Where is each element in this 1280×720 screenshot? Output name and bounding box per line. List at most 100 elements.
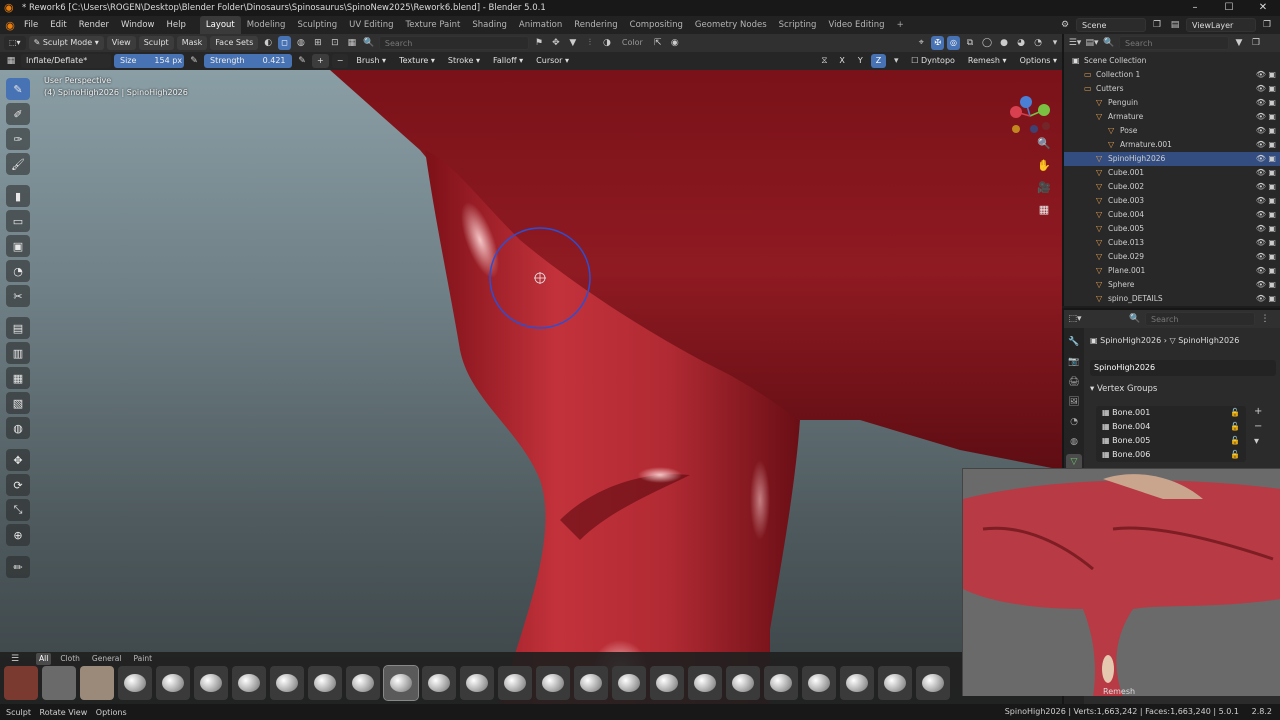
brush-thumbnail[interactable] — [612, 666, 646, 700]
vertex-groups-panel-header[interactable]: ▾ Vertex Groups — [1090, 384, 1276, 394]
scene-tab-icon[interactable]: ◔ — [1066, 414, 1082, 430]
visibility-icon[interactable]: 👁 ▣ — [1256, 166, 1276, 180]
menu-render[interactable]: Render — [73, 16, 115, 34]
brush-thumbnail[interactable] — [536, 666, 570, 700]
tab-modeling[interactable]: Modeling — [241, 16, 292, 34]
visibility-icon[interactable]: 👁 ▣ — [1256, 208, 1276, 222]
mesh-filter-icon[interactable]: ⊞ — [311, 36, 325, 50]
object-types-icon[interactable]: ⌖ — [914, 36, 928, 50]
box-hide-tool[interactable]: ▣ — [6, 235, 30, 257]
texture-menu[interactable]: Texture ▾ — [394, 54, 440, 68]
brush-thumbnail[interactable] — [156, 666, 190, 700]
shelf-menu-icon[interactable]: ☰ — [8, 652, 22, 666]
shading-options-icon[interactable]: ▾ — [1048, 36, 1062, 50]
strength-pressure-icon[interactable]: ✎ — [295, 54, 309, 68]
remove-vertex-group-icon[interactable]: − — [1254, 421, 1262, 432]
tab-video-editing[interactable]: Video Editing — [822, 16, 890, 34]
brush-thumbnail[interactable] — [802, 666, 836, 700]
close-icon[interactable]: ✕ — [1246, 0, 1280, 16]
brush-thumbnail[interactable] — [460, 666, 494, 700]
snap-icon[interactable]: ⇱ — [651, 36, 665, 50]
editor-type-icon[interactable]: ⬚▾ — [4, 36, 26, 50]
options-menu[interactable]: Options ▾ — [1015, 54, 1062, 68]
tab-animation[interactable]: Animation — [513, 16, 568, 34]
outliner-item[interactable]: ▭ Cutters 👁 ▣ — [1064, 82, 1280, 96]
brush-thumbnail[interactable] — [42, 666, 76, 700]
scene-selector[interactable]: Scene — [1076, 18, 1146, 32]
output-tab-icon[interactable]: 🖨 — [1066, 374, 1082, 390]
menu-file[interactable]: File — [18, 16, 44, 34]
visibility-icon[interactable]: 👁 ▣ — [1256, 124, 1276, 138]
bookmark-icon[interactable]: ⚑ — [532, 36, 546, 50]
lock-icon[interactable]: 🔓 — [1230, 406, 1240, 420]
lock-icon[interactable]: 🔓 — [1230, 448, 1240, 462]
blender-menu-icon[interactable]: ◉ — [2, 19, 18, 32]
rotate-tool[interactable]: ⟳ — [6, 474, 30, 496]
brush-tab-paint[interactable]: Paint — [130, 653, 155, 665]
symmetry-icon[interactable]: ⫶ — [583, 36, 597, 50]
color-label[interactable]: Color — [617, 36, 648, 50]
brush-thumbnail[interactable] — [80, 666, 114, 700]
size-pressure-icon[interactable]: ✎ — [187, 54, 201, 68]
visibility-icon[interactable]: 👁 ▣ — [1256, 68, 1276, 82]
material-shading-icon[interactable]: ◕ — [1014, 36, 1028, 50]
brush-thumbnail[interactable] — [232, 666, 266, 700]
brush-settings-icon[interactable]: ▦ — [4, 54, 18, 68]
visibility-icon[interactable]: 👁 ▣ — [1256, 222, 1276, 236]
menu-window[interactable]: Window — [115, 16, 161, 34]
add-vertex-group-icon[interactable]: + — [1254, 406, 1262, 417]
mirror-y-toggle[interactable]: Y — [853, 54, 868, 68]
brush-thumbnail[interactable] — [840, 666, 874, 700]
tab-sculpting[interactable]: Sculpting — [291, 16, 343, 34]
edit-face-set-tool[interactable]: ◍ — [6, 417, 30, 439]
outliner-item[interactable]: ▽ Cube.001 👁 ▣ — [1064, 166, 1280, 180]
brush-thumbnail[interactable] — [650, 666, 684, 700]
lock-axis-icon[interactable]: ▾ — [889, 54, 903, 68]
tab-shading[interactable]: Shading — [466, 16, 513, 34]
brush-thumbnail[interactable] — [574, 666, 608, 700]
brush-thumbnail[interactable] — [916, 666, 950, 700]
visibility-icon[interactable]: 👁 ▣ — [1256, 138, 1276, 152]
perspective-toggle-icon[interactable]: ▦ — [1036, 202, 1052, 218]
brush-menu[interactable]: Brush ▾ — [351, 54, 391, 68]
cloth-filter-tool[interactable]: ▦ — [6, 367, 30, 389]
brush-thumbnail[interactable] — [878, 666, 912, 700]
outliner-filter-icon[interactable]: ▼ — [1232, 36, 1246, 50]
brush-name-field[interactable]: Inflate/Deflate* — [21, 54, 111, 68]
mask-tool[interactable]: ▮ — [6, 185, 30, 207]
add-workspace-button[interactable]: + — [891, 16, 910, 34]
lock-icon[interactable]: 🔓 — [1230, 434, 1240, 448]
tab-layout[interactable]: Layout — [199, 16, 241, 34]
filter-icon[interactable]: ▼ — [566, 36, 580, 50]
brush-thumbnail[interactable] — [4, 666, 38, 700]
outliner-item[interactable]: ▽ Cube.003 👁 ▣ — [1064, 194, 1280, 208]
navigation-gizmo[interactable] — [1004, 84, 1056, 144]
brush-thumbnail[interactable] — [688, 666, 722, 700]
new-collection-icon[interactable]: ❐ — [1249, 36, 1263, 50]
visibility-icon[interactable]: 👁 ▣ — [1256, 180, 1276, 194]
tab-scripting[interactable]: Scripting — [773, 16, 823, 34]
clay-tool[interactable]: ✑ — [6, 128, 30, 150]
outliner-root[interactable]: ▣ Scene Collection — [1064, 54, 1280, 68]
mirror-x-toggle[interactable]: X — [834, 54, 849, 68]
zoom-icon[interactable]: 🔍 — [1036, 136, 1052, 152]
outliner-editor-icon[interactable]: ☰▾ — [1068, 36, 1082, 50]
lock-icon[interactable]: 🔓 — [1230, 420, 1240, 434]
brush-thumbnail[interactable] — [422, 666, 456, 700]
paint-tool[interactable]: 🖌 — [6, 153, 30, 175]
mesh-filter-tool[interactable]: ▥ — [6, 342, 30, 364]
move-tool[interactable]: ✥ — [6, 449, 30, 471]
vertex-group-item[interactable]: ▦ Bone.006 🔓 — [1096, 448, 1246, 462]
face-set-tool[interactable]: ◔ — [6, 260, 30, 282]
visibility-icon[interactable]: 👁 ▣ — [1256, 194, 1276, 208]
properties-search-input[interactable]: Search — [1145, 312, 1255, 326]
menu-sculpt[interactable]: Sculpt — [138, 36, 174, 50]
proportional-icon[interactable]: ◉ — [668, 36, 682, 50]
strength-slider[interactable]: Strength 0.421 — [204, 54, 292, 68]
cursor-menu[interactable]: Cursor ▾ — [531, 54, 574, 68]
brush-thumbnail-selected[interactable] — [383, 665, 419, 701]
tab-geometry-nodes[interactable]: Geometry Nodes — [689, 16, 773, 34]
outliner-item[interactable]: ▽ spino_DETAILS 👁 ▣ — [1064, 292, 1280, 306]
sculpt-mesh[interactable] — [0, 70, 1062, 704]
draw-sharp-tool[interactable]: ✐ — [6, 103, 30, 125]
